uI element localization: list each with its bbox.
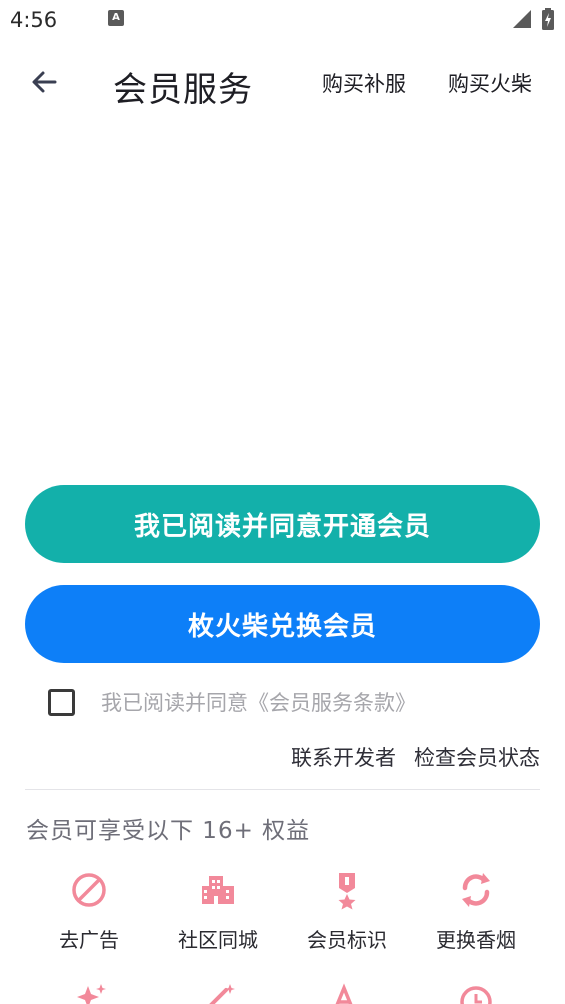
benefits-heading: 会员可享受以下 16+ 权益 bbox=[26, 818, 311, 844]
notification-icon: A bbox=[108, 10, 124, 26]
check-membership-status-link[interactable]: 检查会员状态 bbox=[414, 742, 540, 772]
benefit-item-city[interactable]: 社区同城 bbox=[154, 870, 282, 953]
signal-icon bbox=[513, 10, 531, 28]
badge-icon bbox=[338, 873, 356, 910]
font-size-icon bbox=[335, 983, 353, 1004]
agreement-row: 我已阅读并同意《会员服务条款》 bbox=[48, 686, 416, 718]
city-icon bbox=[202, 876, 234, 904]
benefit-item-no-ads[interactable]: 去广告 bbox=[25, 870, 153, 953]
sparkle-icon bbox=[77, 984, 106, 1004]
arrow-left-icon bbox=[32, 71, 57, 93]
agree-open-membership-button[interactable]: 我已阅读并同意开通会员 bbox=[25, 485, 540, 563]
contact-developer-link[interactable]: 联系开发者 bbox=[291, 742, 396, 772]
benefit-label: 会员标识 bbox=[307, 928, 387, 952]
magic-wand-icon bbox=[209, 984, 235, 1004]
buy-matches-button[interactable]: 购买火柴 bbox=[448, 68, 532, 98]
status-time: 4:56 bbox=[10, 8, 58, 32]
exchange-matches-button[interactable]: 枚火柴兑换会员 bbox=[25, 585, 540, 663]
no-ads-icon bbox=[72, 873, 106, 907]
buy-refill-button[interactable]: 购买补服 bbox=[322, 68, 406, 98]
clock-icon bbox=[460, 986, 492, 1004]
links-row: 联系开发者 检查会员状态 bbox=[291, 742, 540, 772]
battery-icon bbox=[542, 8, 554, 30]
status-bar: 4:56 A bbox=[0, 0, 565, 40]
agreement-checkbox[interactable] bbox=[48, 688, 75, 716]
back-button[interactable] bbox=[26, 64, 62, 100]
benefit-label: 去广告 bbox=[59, 928, 119, 952]
benefit-label: 社区同城 bbox=[178, 928, 258, 952]
divider bbox=[25, 789, 540, 790]
benefit-label: 更换香烟 bbox=[436, 928, 516, 952]
benefit-item-badge[interactable]: 会员标识 bbox=[283, 870, 411, 953]
app-bar: 会员服务 购买补服 购买火柴 bbox=[0, 52, 565, 112]
agreement-text[interactable]: 我已阅读并同意《会员服务条款》 bbox=[101, 687, 416, 717]
swap-icon bbox=[462, 873, 490, 907]
page-title: 会员服务 bbox=[113, 70, 253, 110]
benefit-item-swap[interactable]: 更换香烟 bbox=[412, 870, 540, 953]
